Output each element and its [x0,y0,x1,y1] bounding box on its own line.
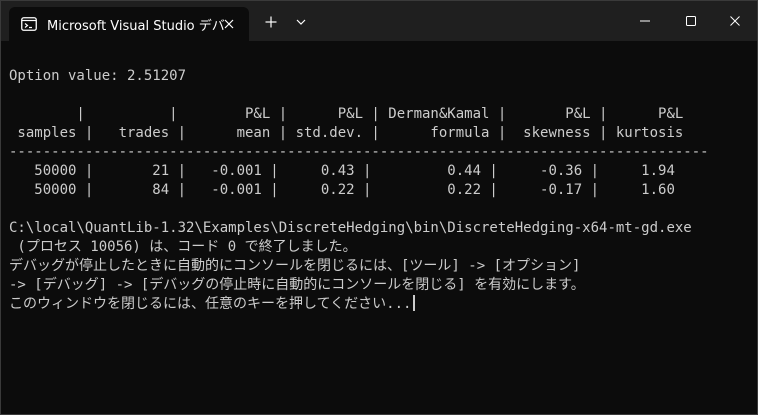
tab-dropdown-button[interactable] [289,10,313,34]
maximize-button[interactable] [668,1,714,41]
auto-close-hint-line: デバッグが停止したときに自動的にコンソールを閉じるには、[ツール] -> [オプ… [9,258,581,274]
exit-code-line: (プロセス 10056) は、コード 0 で終了しました。 [9,239,357,255]
terminal-icon [21,17,37,31]
table-header-row-2: samples | trades | mean | std.dev. | for… [9,125,684,141]
console-line: Option value: 2.51207 [9,68,187,84]
minimize-button[interactable] [622,1,668,41]
text-cursor [413,295,416,311]
tab-title: Microsoft Visual Studio デバッグ [47,18,227,34]
plus-icon [265,16,277,28]
exe-path-line: C:\local\QuantLib-1.32\Examples\Discrete… [9,220,692,236]
close-tab-icon[interactable] [221,16,237,32]
close-window-button[interactable] [712,1,758,41]
scrollbar[interactable] [753,45,755,405]
table-row: 50000 | 84 | -0.001 | 0.22 | 0.22 | -0.1… [9,182,675,198]
console-output[interactable]: Option value: 2.51207 | | P&L | P&L | De… [9,67,754,367]
minimize-icon [640,20,650,22]
press-any-key-text: このウィンドウを閉じるには、任意のキーを押してください... [9,296,412,312]
terminal-window: Microsoft Visual Studio デバッグ [0,0,758,415]
press-any-key-line: このウィンドウを閉じるには、任意のキーを押してください... [9,295,754,314]
maximize-icon [686,16,696,26]
table-row: 50000 | 21 | -0.001 | 0.43 | 0.44 | -0.3… [9,163,675,179]
close-icon [730,16,740,26]
title-bar[interactable]: Microsoft Visual Studio デバッグ [1,1,757,41]
table-header-row-1: | | P&L | P&L | Derman&Kamal | P&L | P&L [9,106,684,122]
chevron-down-icon [296,19,306,25]
table-separator: ----------------------------------------… [9,144,709,160]
tab-debug-console[interactable]: Microsoft Visual Studio デバッグ [9,7,249,41]
auto-close-hint-line: -> [デバッグ] -> [デバッグの停止時に自動的にコンソールを閉じる] を有… [9,277,585,293]
new-tab-button[interactable] [259,10,283,34]
